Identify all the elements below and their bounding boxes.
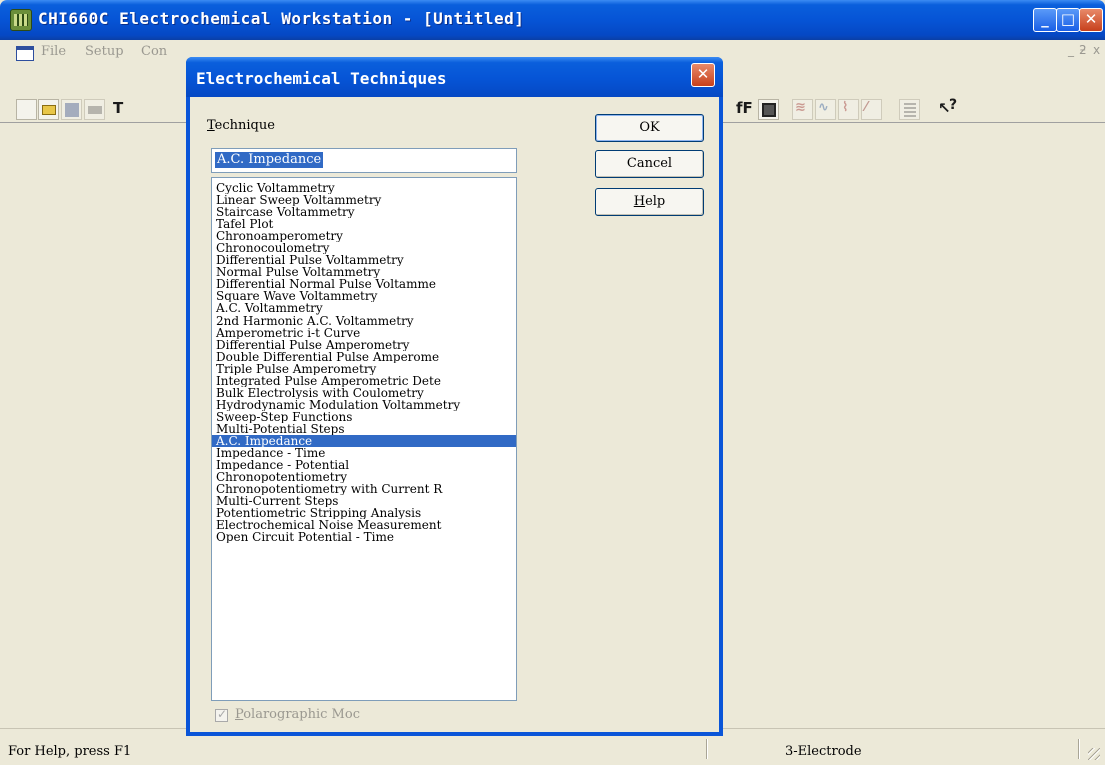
pen-icon[interactable]: ⁄ <box>861 99 882 120</box>
new-icon[interactable] <box>16 99 37 120</box>
technique-list-item[interactable]: Staircase Voltammetry <box>212 206 516 218</box>
technique-label-mnemonic: T <box>207 118 215 133</box>
technique-list-item[interactable]: A.C. Voltammetry <box>212 302 516 314</box>
technique-input-value: A.C. Impedance <box>215 152 324 168</box>
technique-list-item[interactable]: Double Differential Pulse Amperome <box>212 351 516 363</box>
polarographic-label: Polarographic Moc <box>235 707 360 722</box>
print-icon[interactable] <box>84 99 105 120</box>
technique-list-item[interactable]: A.C. Impedance <box>212 434 516 448</box>
technique-list-item[interactable]: Chronopotentiometry with Current R <box>212 483 516 495</box>
save-icon[interactable] <box>61 99 82 120</box>
technique-list-item[interactable]: Hydrodynamic Modulation Voltammetry <box>212 399 516 411</box>
document-icon[interactable] <box>16 46 34 61</box>
status-separator <box>706 739 708 759</box>
help-label-text: elp <box>645 194 666 209</box>
font-icon[interactable]: fF <box>736 99 757 120</box>
maximize-button[interactable]: □ <box>1056 8 1080 32</box>
menu-setup[interactable]: Setup <box>85 44 124 59</box>
sweep-icon[interactable]: ≋ <box>792 99 813 120</box>
graph-icon[interactable]: ⌇ <box>838 99 859 120</box>
minimize-button[interactable]: _ <box>1033 8 1057 32</box>
technique-list-item[interactable]: Bulk Electrolysis with Coulometry <box>212 387 516 399</box>
technique-label-text: echnique <box>214 118 275 133</box>
dialog-close-button[interactable]: ✕ <box>691 63 715 87</box>
status-help-text: For Help, press F1 <box>8 744 132 759</box>
close-button[interactable]: ✕ <box>1079 8 1103 32</box>
technique-list-item[interactable]: Electrochemical Noise Measurement <box>212 519 516 531</box>
technique-list-item[interactable]: Amperometric i-t Curve <box>212 327 516 339</box>
technique-list-item[interactable]: Chronopotentiometry <box>212 471 516 483</box>
status-electrode: 3-Electrode <box>785 744 862 759</box>
technique-list-item[interactable]: Integrated Pulse Amperometric Dete <box>212 375 516 387</box>
technique-list-item[interactable]: Differential Pulse Voltammetry <box>212 254 516 266</box>
technique-list-item[interactable]: Differential Pulse Amperometry <box>212 339 516 351</box>
technique-list-item[interactable]: Triple Pulse Amperometry <box>212 363 516 375</box>
help-mnemonic: H <box>633 194 646 209</box>
technique-list-item[interactable]: 2nd Harmonic A.C. Voltammetry <box>212 315 516 327</box>
technique-list-item[interactable]: Differential Normal Pulse Voltamme <box>212 278 516 290</box>
clipboard-icon[interactable] <box>758 99 779 120</box>
technique-list-item[interactable]: Tafel Plot <box>212 218 516 230</box>
technique-list[interactable]: Cyclic Voltammetry Linear Sweep Voltammet… <box>211 177 517 701</box>
help-button[interactable]: Help <box>595 188 704 216</box>
mdi-minimize-icon[interactable]: _ <box>1068 43 1074 57</box>
status-separator <box>1078 739 1080 759</box>
technique-input[interactable]: A.C. Impedance <box>211 148 517 173</box>
technique-list-item[interactable]: Impedance - Potential <box>212 459 516 471</box>
mdi-close-icon[interactable]: x <box>1093 43 1100 57</box>
technique-list-item[interactable]: Cyclic Voltammetry <box>212 182 516 194</box>
app-title-bar[interactable]: CHI660C Electrochemical Workstation - [U… <box>0 0 1105 40</box>
technique-list-item[interactable]: Sweep-Step Functions <box>212 411 516 423</box>
context-help-icon[interactable]: ↖? <box>937 97 958 120</box>
resize-grip[interactable] <box>1088 748 1100 760</box>
polarographic-mnemonic: P <box>235 707 244 722</box>
technique-list-item[interactable]: Square Wave Voltammetry <box>212 290 516 302</box>
open-icon[interactable] <box>38 99 59 120</box>
list-icon[interactable] <box>899 99 920 120</box>
technique-list-item[interactable]: Chronocoulometry <box>212 242 516 254</box>
technique-list-item[interactable]: Potentiometric Stripping Analysis <box>212 507 516 519</box>
menu-control[interactable]: Con <box>141 44 167 59</box>
technique-list-item[interactable]: Multi-Current Steps <box>212 495 516 507</box>
polarographic-label-text: olarographic Moc <box>243 707 360 722</box>
technique-list-item[interactable]: Impedance - Time <box>212 447 516 459</box>
menu-file[interactable]: File <box>41 44 66 59</box>
technique-list-item[interactable]: Chronoamperometry <box>212 230 516 242</box>
app-icon[interactable] <box>10 9 32 31</box>
technique-list-item[interactable]: Linear Sweep Voltammetry <box>212 194 516 206</box>
technique-label: Technique <box>207 118 275 133</box>
wave-icon[interactable]: ∿ <box>815 99 836 120</box>
polarographic-checkbox[interactable] <box>215 707 228 722</box>
text-icon[interactable]: T <box>107 99 128 120</box>
technique-list-item[interactable]: Open Circuit Potential - Time <box>212 531 516 543</box>
dialog-title: Electrochemical Techniques <box>196 69 447 88</box>
mdi-restore-icon[interactable]: ƻ <box>1079 43 1087 57</box>
technique-list-item[interactable]: Normal Pulse Voltammetry <box>212 266 516 278</box>
ok-button[interactable]: OK <box>595 114 704 142</box>
cancel-button[interactable]: Cancel <box>595 150 704 178</box>
app-title: CHI660C Electrochemical Workstation - [U… <box>38 9 525 28</box>
technique-list-item[interactable]: Multi-Potential Steps <box>212 423 516 435</box>
